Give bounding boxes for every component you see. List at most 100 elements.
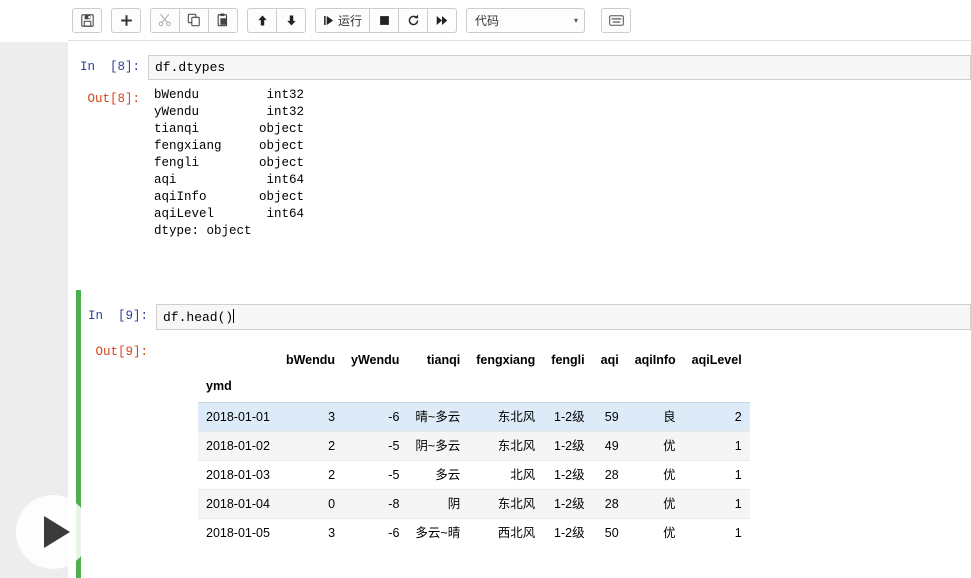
dataframe-cell: 1-2级 [554,439,585,453]
dataframe-index-name-row: ymd [198,374,750,403]
dataframe-cell: 多云 [435,468,461,482]
insert-cell-below-button[interactable] [111,7,141,33]
paste-cell-button[interactable] [208,7,238,33]
dataframe-column-header: tianqi [426,353,461,367]
toolbar-group-move [247,7,306,33]
dataframe-cell: 多云~晴 [415,526,461,540]
arrow-up-icon [257,14,267,26]
cut-cell-button[interactable] [150,7,180,33]
interrupt-kernel-button[interactable] [369,7,400,33]
text-cursor [233,309,235,323]
move-cell-down-button[interactable] [276,7,306,33]
save-icon [80,13,94,27]
dataframe-cell: 1 [734,526,742,540]
dataframe-cell: 东北风 [497,410,536,424]
dataframe-row-index: 2018-01-01 [206,410,270,424]
cell-type-value: 代码 [475,13,500,28]
save-button[interactable] [72,7,102,33]
dataframe-column-header: aqiInfo [634,353,676,367]
dataframe-row-index: 2018-01-05 [206,526,270,540]
dataframe-cell: 2 [328,439,336,453]
command-palette-button[interactable] [601,7,632,33]
cell-8-out-prompt: Out[8]: [87,92,140,106]
cell-9-code-input[interactable]: df.head() [156,304,971,330]
notebook-body: In [8]: df.dtypes Out[8]: bWendu int32 y… [68,41,971,578]
run-cell-button[interactable]: 运行 [315,7,371,33]
dataframe-cell: 阴~多云 [415,439,461,453]
video-play-button[interactable] [16,495,90,569]
dataframe-index-row-spacer [468,374,543,403]
dataframe-cell: 49 [604,439,619,453]
dataframe-cell: 1-2级 [554,410,585,424]
restart-icon [408,14,418,25]
dataframe-cell: 28 [604,497,619,511]
copy-icon [187,13,200,27]
run-button-label: 运行 [338,13,363,28]
cell-type-dropdown[interactable]: 代码 ▾ [466,7,586,33]
dataframe-row: 2018-01-03 2 -5 多云 北风 1-2级 28 优 1 [198,460,750,490]
dataframe-cell: 2 [328,468,336,482]
dataframe-cell: 东北风 [497,497,536,511]
notebook-cell-8[interactable]: In [8]: df.dtypes Out[8]: bWendu int32 y… [68,55,971,240]
chevron-down-icon: ▾ [574,15,579,25]
toolbar-group-run: 运行 [315,7,458,33]
dataframe-cell: 28 [604,468,619,482]
dataframe-index-row-spacer [593,374,627,403]
dataframe-column-header: bWendu [285,353,336,367]
notebook-cell-9[interactable]: In [9]: df.head() Out[9]: bWendu yWendu ti… [76,290,971,578]
keyboard-icon [608,14,624,26]
toolbar-group-insert [111,7,141,33]
dataframe-cell: 0 [328,497,336,511]
cell-8-in-prompt: In [8]: [79,60,140,74]
restart-kernel-button[interactable] [398,7,429,33]
copy-cell-button[interactable] [179,7,209,33]
cell-9-out-prompt: Out[9]: [95,345,148,359]
dataframe-cell: 1-2级 [554,497,585,511]
dataframe-cell: 优 [663,468,676,482]
paste-icon [217,13,228,27]
dataframe-cell: -6 [388,526,400,540]
dataframe-head: bWendu yWendu tianqi fengxiang fengli aqi aqiI… [198,346,750,403]
dataframe-row: 2018-01-04 0 -8 阴 东北风 1-2级 28 优 1 [198,489,750,519]
cell-8-output-text: bWendu int32 yWendu int32 tianqi object … [154,88,305,238]
dataframe-cell: -6 [388,410,400,424]
dataframe-index-row-spacer [684,374,750,403]
dataframe-index-row-spacer [543,374,592,403]
dataframe-cell: 1-2级 [554,526,585,540]
dataframe-cell: 晴~多云 [415,410,461,424]
dataframe-column-header: aqi [600,353,619,367]
dataframe-cell: -8 [388,497,400,511]
cell-8-input-row: In [8]: df.dtypes [68,55,971,80]
dataframe-index-row-spacer [278,374,343,403]
dataframe-cell: 西北风 [497,526,536,540]
left-gutter-top [0,0,68,42]
dataframe-cell: 优 [663,439,676,453]
dataframe-row: 2018-01-05 3 -6 多云~晴 西北风 1-2级 50 优 1 [198,518,750,547]
dataframe-corner-cell [198,346,278,374]
dataframe-cell: 59 [604,410,619,424]
fast-forward-icon [436,15,448,25]
dataframe-column-header: fengli [551,353,585,367]
cell-8-code-input[interactable]: df.dtypes [148,55,971,80]
dataframe-cell: 1 [734,468,742,482]
dataframe-cell: 3 [328,410,336,424]
restart-run-all-button[interactable] [427,7,458,33]
dataframe-column-header: aqiLevel [691,353,742,367]
dataframe-cell: 东北风 [497,439,536,453]
scissors-icon [158,13,171,27]
plus-icon [120,14,132,26]
cell-9-in-prompt: In [9]: [87,309,148,323]
dataframe-cell: 北风 [510,468,536,482]
dataframe-cell: 1-2级 [554,468,585,482]
arrow-down-icon [286,14,296,26]
dataframe-column-header: fengxiang [476,353,536,367]
dataframe-row-index: 2018-01-03 [206,468,270,482]
dataframe-index-row-spacer [343,374,407,403]
dataframe-cell: 良 [663,410,676,424]
dataframe-row: 2018-01-02 2 -5 阴~多云 东北风 1-2级 49 优 1 [198,431,750,461]
dataframe-cell: 优 [663,497,676,511]
dataframe-cell: 1 [734,497,742,511]
dataframe-header-row: bWendu yWendu tianqi fengxiang fengli aqi aqiI… [198,346,750,374]
dataframe-row: 2018-01-01 3 -6 晴~多云 东北风 1-2级 59 良 2 [198,402,750,432]
move-cell-up-button[interactable] [247,7,277,33]
